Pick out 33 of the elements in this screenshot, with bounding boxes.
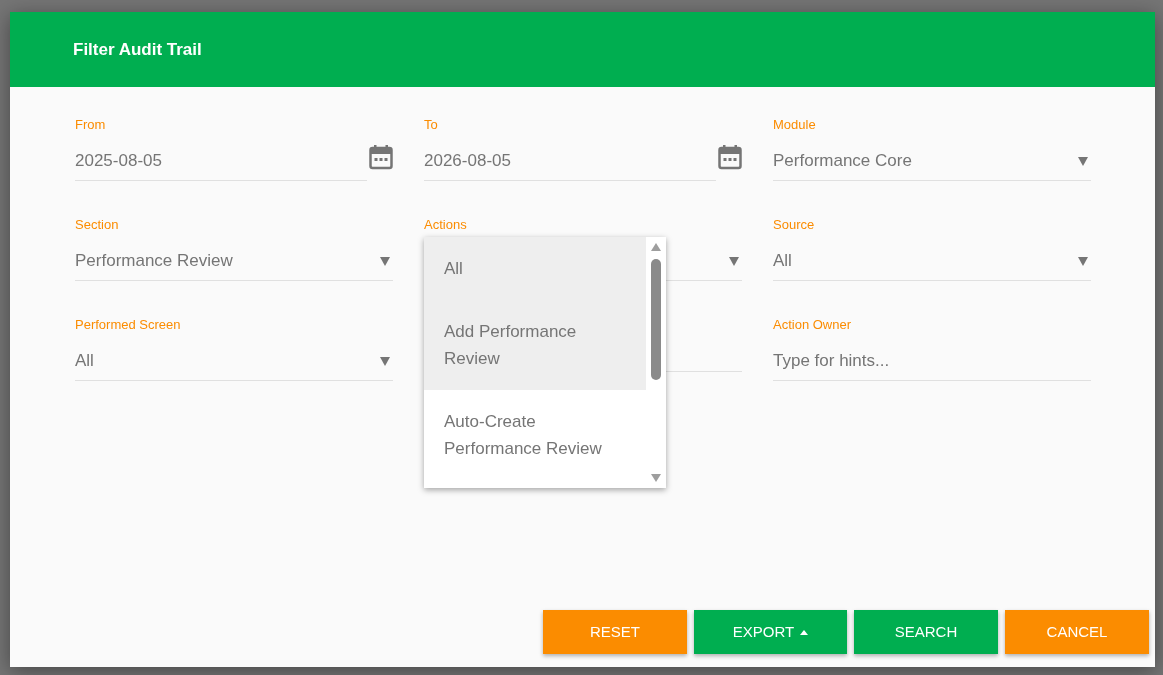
field-label: Section — [75, 217, 119, 232]
field-label: Module — [773, 117, 816, 132]
field-label: To — [424, 117, 438, 132]
dropdown-arrow-icon[interactable] — [729, 255, 739, 266]
scroll-down-icon[interactable] — [651, 474, 661, 482]
field-label: Performed Screen — [75, 317, 181, 332]
dropdown-arrow-icon[interactable] — [1078, 155, 1088, 166]
calendar-icon[interactable] — [369, 144, 393, 170]
field-label: From — [75, 117, 106, 132]
field-label: Source — [773, 217, 815, 232]
input-field[interactable]: Type for hints... — [773, 341, 1091, 381]
action-button[interactable]: CANCEL — [1005, 610, 1149, 654]
date-field[interactable]: 2026-08-05 — [424, 141, 716, 181]
date-field[interactable]: 2025-08-05 — [75, 141, 367, 181]
scrollbar-thumb[interactable] — [651, 259, 661, 380]
action-button[interactable]: RESET — [543, 610, 687, 654]
dropdown-field[interactable]: All — [75, 341, 393, 381]
field-label: Action Owner — [773, 317, 852, 332]
dropdown-arrow-icon[interactable] — [380, 255, 390, 266]
calendar-icon[interactable] — [718, 144, 742, 170]
field-label: Actions — [424, 217, 467, 232]
dropdown-option[interactable]: Add Performance Review — [424, 300, 646, 390]
action-button[interactable]: SEARCH — [854, 610, 998, 654]
dropdown-field[interactable]: All — [773, 241, 1091, 281]
dialog-title: Filter Audit Trail — [73, 38, 202, 61]
scroll-up-icon[interactable] — [651, 243, 661, 251]
dropdown-option[interactable]: All — [424, 237, 646, 300]
scrollbar[interactable] — [646, 237, 666, 488]
dropdown-arrow-icon[interactable] — [380, 355, 390, 366]
dropdown-field[interactable]: Performance Review — [75, 241, 393, 281]
dropdown-arrow-icon[interactable] — [1078, 255, 1088, 266]
dropdown-field[interactable]: Performance Core — [773, 141, 1091, 181]
menu-button[interactable]: EXPORT — [694, 610, 847, 654]
